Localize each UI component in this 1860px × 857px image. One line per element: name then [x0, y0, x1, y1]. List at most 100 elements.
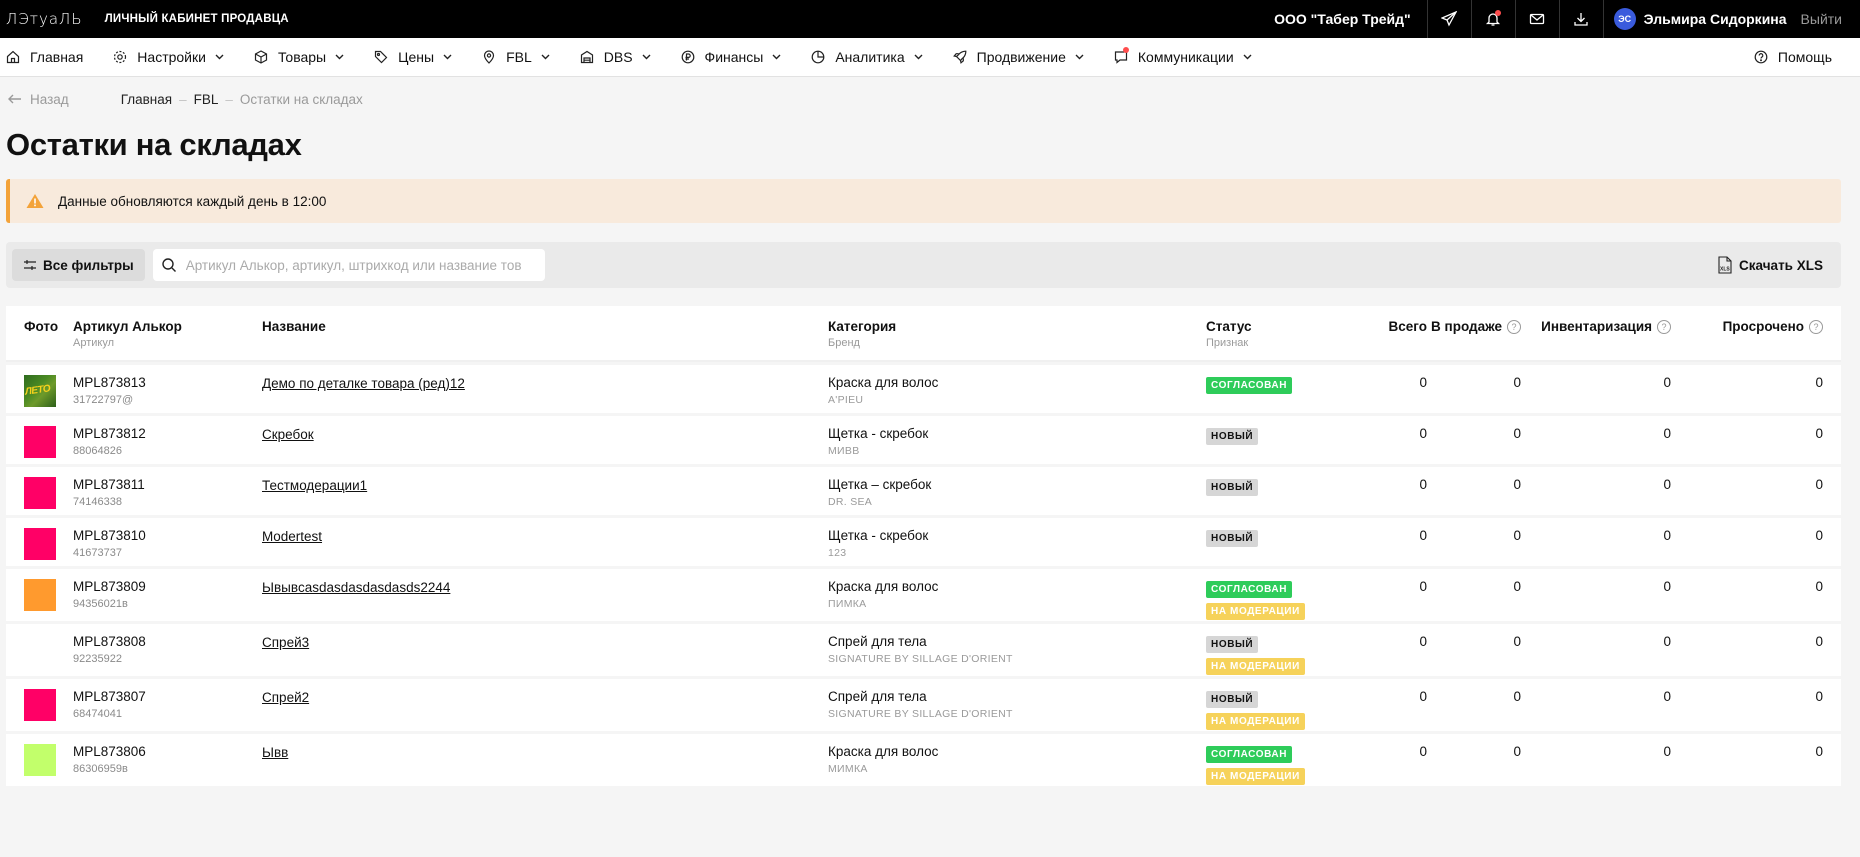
seller-sku: 74146338 — [73, 496, 122, 508]
help-circle-icon[interactable]: ? — [1657, 320, 1671, 334]
cell-inventory: 0 — [1663, 744, 1671, 759]
product-photo[interactable] — [24, 426, 56, 458]
download-xls-button[interactable]: XLS Скачать XLS — [1717, 256, 1823, 274]
nav-item-promotion[interactable]: Продвижение — [952, 38, 1084, 77]
product-name-link[interactable]: Спрей3 — [262, 635, 309, 650]
table-row[interactable]: ЛЕТО MPL873813 31722797@ Демо по деталке то… — [6, 365, 1841, 413]
table-row[interactable]: MPL873808 92235922 Спрей3 Спрей для тела SIG… — [6, 624, 1841, 676]
download-icon — [1574, 13, 1588, 26]
product-name-link[interactable]: Тестмодерации1 — [262, 478, 367, 493]
help-circle-icon[interactable]: ? — [1809, 320, 1823, 334]
back-link[interactable]: Назад — [8, 92, 69, 107]
cell-inventory: 0 — [1663, 375, 1671, 390]
page-title: Остатки на складах — [6, 127, 302, 162]
cell-total: 0 — [1419, 477, 1427, 492]
telegram-button[interactable] — [1426, 0, 1471, 38]
product-photo[interactable] — [24, 477, 56, 509]
brand-name: МИВВ — [828, 445, 860, 457]
table-row[interactable]: MPL873810 41673737 Modertest Щетка - скребо… — [6, 518, 1841, 566]
product-name-link[interactable]: Спрей2 — [262, 690, 309, 705]
help-link[interactable]: Помощь — [1754, 49, 1832, 65]
cell-expired: 0 — [1815, 744, 1823, 759]
status-badge: новый — [1206, 636, 1259, 653]
nav-label: Товары — [277, 49, 327, 65]
notifications-button[interactable] — [1470, 0, 1515, 38]
all-filters-button[interactable]: Все фильтры — [12, 249, 145, 281]
cell-article: MPL873812 88064826 — [73, 426, 262, 464]
cell-name: Modertest — [262, 528, 828, 566]
cell-expired: 0 — [1815, 477, 1823, 492]
letu-logo[interactable]: ЛЭтуаЛЬ — [6, 10, 83, 28]
nav-item-dbs[interactable]: DBS — [580, 38, 651, 77]
nav-item-prices[interactable]: Цены — [374, 38, 452, 77]
user-menu[interactable]: ЭС Эльмира Сидоркина Выйти — [1602, 0, 1854, 38]
downloads-button[interactable] — [1558, 0, 1603, 38]
status-badge: на модерации — [1206, 658, 1305, 675]
cell-total: 0 — [1419, 375, 1427, 390]
article-code: MPL873806 — [73, 744, 146, 759]
category-name: Краска для волос — [828, 579, 939, 594]
filter-sliders-icon — [24, 260, 36, 270]
col-total[interactable]: Всего — [1360, 319, 1427, 360]
chevron-down-icon — [335, 54, 344, 60]
product-name-link[interactable]: Ывывcasdasdasdasdasds2244 — [262, 580, 450, 595]
breadcrumb-home[interactable]: Главная — [121, 92, 172, 107]
product-name-link[interactable]: Modertest — [262, 529, 322, 544]
brand-name: SIGNATURE BY SILLAGE D'ORIENT — [828, 708, 1013, 720]
nav-item-products[interactable]: Товары — [254, 38, 344, 77]
product-name-link[interactable]: Демо по деталке товара (ред)12 — [262, 376, 465, 391]
table-row[interactable]: MPL873812 88064826 Скребок Щетка - скребок М… — [6, 416, 1841, 464]
cell-name: Ывв — [262, 744, 828, 786]
question-circle-icon — [1754, 50, 1768, 64]
cell-inventory: 0 — [1663, 477, 1671, 492]
col-on-sale[interactable]: В продаже? — [1427, 319, 1521, 360]
product-photo[interactable]: ЛЕТО — [24, 375, 56, 407]
product-name-link[interactable]: Ывв — [262, 745, 288, 760]
cell-category: Краска для волос МИМКА — [828, 744, 1206, 786]
col-inventory[interactable]: Инвентаризация? — [1521, 319, 1671, 360]
cell-category: Спрей для тела SIGNATURE BY SILLAGE D'ORI… — [828, 689, 1206, 731]
cell-inventory: 0 — [1663, 689, 1671, 704]
mail-icon — [1530, 13, 1545, 25]
table-row[interactable]: MPL873807 68474041 Спрей2 Спрей для тела SIG… — [6, 679, 1841, 731]
table-row[interactable]: MPL873811 74146338 Тестмодерации1 Щетка – с… — [6, 467, 1841, 515]
cell-total: 0 — [1419, 689, 1427, 704]
col-name[interactable]: Название — [262, 319, 828, 360]
cell-status: новый — [1206, 426, 1360, 464]
logout-link[interactable]: Выйти — [1801, 11, 1842, 27]
search-box[interactable] — [152, 249, 545, 281]
status-badge: на модерации — [1206, 768, 1305, 785]
cell-name: Демо по деталке товара (ред)12 — [262, 375, 828, 413]
col-article[interactable]: Артикул Алькор Артикул — [73, 319, 262, 360]
product-photo[interactable] — [24, 689, 56, 721]
cell-category: Щетка – скребок DR. SEA — [828, 477, 1206, 515]
nav-item-finance[interactable]: Финансы — [681, 38, 782, 77]
brand-name: МИМКА — [828, 763, 868, 775]
photo-lettering: ЛЕТО — [24, 383, 51, 398]
nav-item-communications[interactable]: Коммуникации — [1114, 38, 1252, 77]
messages-button[interactable] — [1514, 0, 1559, 38]
product-name-link[interactable]: Скребок — [262, 427, 314, 442]
table-row[interactable]: MPL873806 86306959в Ывв Краска для волос МИМ… — [6, 734, 1841, 786]
cell-on-sale: 0 — [1513, 689, 1521, 704]
breadcrumb-fbl[interactable]: FBL — [194, 92, 219, 107]
product-photo[interactable] — [24, 744, 56, 776]
product-photo[interactable] — [24, 528, 56, 560]
col-status[interactable]: Статус Признак — [1206, 319, 1360, 360]
cell-total: 0 — [1419, 634, 1427, 649]
table-header: Фото Артикул Алькор Артикул Название Кат… — [6, 306, 1841, 362]
cell-status: новый — [1206, 528, 1360, 566]
col-category[interactable]: Категория Бренд — [828, 319, 1206, 360]
nav-item-settings[interactable]: Настройки — [113, 38, 224, 77]
search-input[interactable] — [185, 257, 537, 273]
company-name[interactable]: ООО "Табер Трейд" — [1274, 11, 1411, 27]
table-row[interactable]: MPL873809 94356021в Ывывcasdasdasdasdasds2… — [6, 569, 1841, 621]
help-circle-icon[interactable]: ? — [1507, 320, 1521, 334]
col-expired[interactable]: Просрочено? — [1671, 319, 1826, 360]
cell-name: Спрей2 — [262, 689, 828, 731]
product-photo[interactable] — [24, 579, 56, 611]
nav-item-analytics[interactable]: Аналитика — [811, 38, 923, 77]
article-code: MPL873813 — [73, 375, 146, 390]
nav-item-home[interactable]: Главная — [6, 38, 83, 77]
nav-item-fbl[interactable]: FBL — [482, 38, 550, 77]
